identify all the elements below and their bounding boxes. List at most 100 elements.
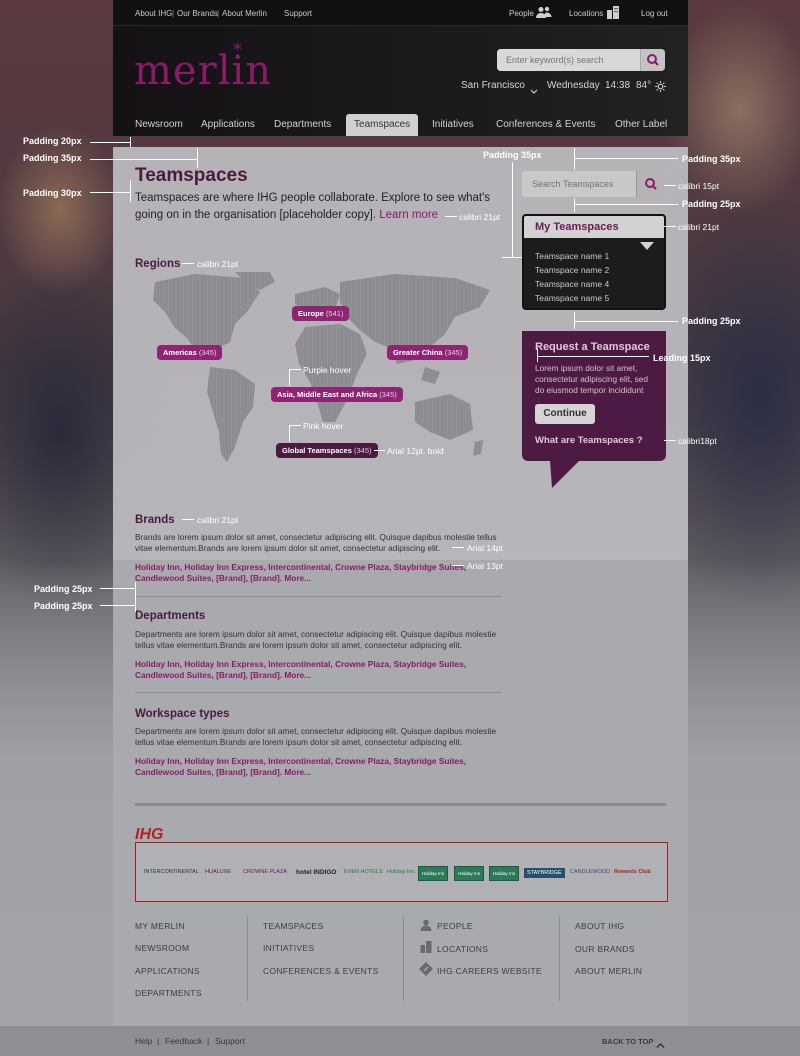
people-icon[interactable] [536, 6, 552, 24]
chevron-down-icon[interactable] [530, 82, 538, 100]
annotation-padding-25: Padding 25px [682, 199, 741, 209]
request-teamspace-text: Lorem ipsum dolor sit amet, consectetur … [535, 363, 648, 395]
brand-logo-holiday-inn[interactable]: Holiday Inn [387, 869, 415, 875]
my-teamspaces-title[interactable]: My Teamspaces [535, 221, 619, 233]
region-americas-pill[interactable]: Americas (345) [157, 345, 223, 360]
teamspace-search [522, 171, 666, 197]
location-selector[interactable]: San Francisco [461, 80, 525, 91]
region-count: (345) [444, 348, 463, 357]
annotation-line [445, 216, 457, 217]
locations-link[interactable]: Locations [569, 9, 603, 18]
annotation-line [90, 192, 130, 193]
brand-logo-holiday-inn-express[interactable]: Holiday Inn [418, 866, 448, 881]
annotation-leading-15: Leading 15px [653, 353, 711, 363]
footer-link-ihg-careers[interactable]: IHG CAREERS WEBSITE [437, 966, 542, 976]
tab-notch [640, 237, 654, 255]
footer-link-my-merlin[interactable]: MY MERLIN [135, 921, 185, 931]
footer-link-teamspaces[interactable]: TEAMSPACES [263, 921, 323, 931]
brand-logo-staybridge[interactable]: STAYBRIDGE [524, 868, 565, 878]
brand-label: Holiday Inn [421, 871, 445, 876]
annotation-padding-35: Padding 35px [23, 153, 82, 163]
footer-link-people[interactable]: PEOPLE [437, 921, 473, 931]
merlin-logo-star: * [233, 40, 242, 61]
brand-logo-even-hotels[interactable]: EVEN HOTELS [344, 869, 383, 875]
footer-link-newsroom[interactable]: NEWSROOM [135, 943, 189, 953]
nav-teamspaces[interactable]: Teamspaces [346, 114, 419, 136]
footer-link-applications[interactable]: APPLICATIONS [135, 966, 200, 976]
workspace-types-links[interactable]: Holiday Inn, Holiday Inn Express, Interc… [135, 756, 505, 778]
footer-link-our-brands[interactable]: OUR BRANDS [575, 944, 635, 954]
what-are-teamspaces-link[interactable]: What are Teamspaces ? [535, 435, 643, 446]
annotation-line [452, 565, 464, 566]
about-ihg-link[interactable]: About IHG [135, 9, 172, 18]
footer-link-about-merlin[interactable]: ABOUT MERLIN [575, 966, 642, 976]
site-search-input[interactable] [497, 49, 639, 71]
departments-text: Departments are lorem ipsum dolor sit am… [135, 629, 497, 650]
brand-logo-holiday-inn-resort[interactable]: Holiday Inn [454, 866, 484, 881]
annotation-line [574, 321, 678, 322]
search-icon[interactable] [636, 171, 666, 197]
logout-link[interactable]: Log out [641, 9, 668, 18]
brand-logo-intercontinental[interactable]: INTERCONTINENTAL [144, 869, 199, 875]
back-to-top-link[interactable]: BACK TO TOP [602, 1037, 653, 1046]
util-separator: | [172, 9, 175, 18]
nav-newsroom[interactable]: Newsroom [135, 114, 183, 136]
nav-initiatives[interactable]: Initiatives [432, 114, 474, 136]
feedback-link[interactable]: Feedback [165, 1036, 202, 1046]
brands-links[interactable]: Holiday Inn, Holiday Inn Express, Interc… [135, 562, 505, 584]
nav-conferences-events[interactable]: Conferences & Events [496, 114, 596, 136]
footer-divider [403, 916, 404, 1001]
region-amea-pill[interactable]: Asia, Middle East and Africa (345) [271, 387, 403, 402]
chevron-up-icon[interactable] [656, 1036, 665, 1054]
page-intro: Teamspaces are where IHG people collabor… [135, 190, 500, 224]
brand-logo-hotel-indigo[interactable]: hotel INDIGO [296, 869, 336, 876]
nav-other-label[interactable]: Other Label [615, 114, 667, 136]
teamspace-item[interactable]: Teamspace name 1 [535, 251, 609, 261]
region-name: Americas [163, 348, 197, 357]
our-brands-link[interactable]: Our Brands [177, 9, 218, 18]
annotation-line [182, 519, 194, 520]
search-icon[interactable] [640, 49, 665, 71]
brand-logo-crowne-plaza[interactable]: CROWNE PLAZA [243, 869, 287, 875]
brand-logo-rewards-club[interactable]: Rewards Club [614, 869, 651, 875]
region-greater-china-pill[interactable]: Greater China (345) [387, 345, 469, 360]
annotation-line [574, 204, 678, 205]
footer-link-about-ihg[interactable]: ABOUT IHG [575, 921, 624, 931]
annotation-line [574, 158, 678, 159]
brand-logo-holiday-inn-club[interactable]: Holiday Inn [489, 866, 519, 881]
region-global-pill[interactable]: Global Teamspaces (345) [276, 443, 378, 458]
annotation-line [289, 369, 290, 386]
merlin-logo[interactable]: merlin [134, 48, 272, 94]
footer-link-initiatives[interactable]: INITIATIVES [263, 943, 314, 953]
brand-label: Holiday Inn [457, 871, 481, 876]
teamspace-search-input[interactable] [522, 171, 636, 197]
departments-links[interactable]: Holiday Inn, Holiday Inn Express, Interc… [135, 659, 505, 681]
footer-link-conferences-events[interactable]: CONFERENCES & EVENTS [263, 966, 379, 976]
teamspace-item[interactable]: Teamspace name 4 [535, 279, 609, 289]
teamspace-item[interactable]: Teamspace name 5 [535, 293, 609, 303]
people-link[interactable]: People [509, 9, 534, 18]
page-title: Teamspaces [135, 165, 248, 186]
region-europe-pill[interactable]: Europe (541) [292, 306, 350, 321]
site-search [497, 49, 665, 71]
help-link[interactable]: Help [135, 1036, 152, 1046]
learn-more-link[interactable]: Learn more [379, 209, 438, 221]
nav-departments[interactable]: Departments [274, 114, 331, 136]
continue-button[interactable]: Continue [535, 404, 595, 424]
brand-logo-candlewood[interactable]: CANDLEWOOD [570, 869, 610, 875]
about-merlin-link[interactable]: About Merlin [222, 9, 267, 18]
annotation-line [130, 180, 131, 202]
support-link[interactable]: Support [215, 1036, 245, 1046]
annotation-arial-12-bold: Arial 12pt. bold [387, 446, 444, 456]
teamspace-item[interactable]: Teamspace name 2 [535, 265, 609, 275]
support-link[interactable]: Support [284, 9, 312, 18]
section-divider [135, 596, 501, 597]
brand-logo-hualuxe[interactable]: HUALUXE [205, 869, 231, 875]
footer-link-locations[interactable]: LOCATIONS [437, 944, 488, 954]
annotation-padding-25: Padding 25px [682, 316, 741, 326]
weather-day: Wednesday [547, 80, 600, 91]
annotation-line [289, 425, 301, 426]
nav-applications[interactable]: Applications [201, 114, 255, 136]
building-icon[interactable] [606, 6, 620, 24]
footer-link-departments[interactable]: DEPARTMENTS [135, 988, 202, 998]
